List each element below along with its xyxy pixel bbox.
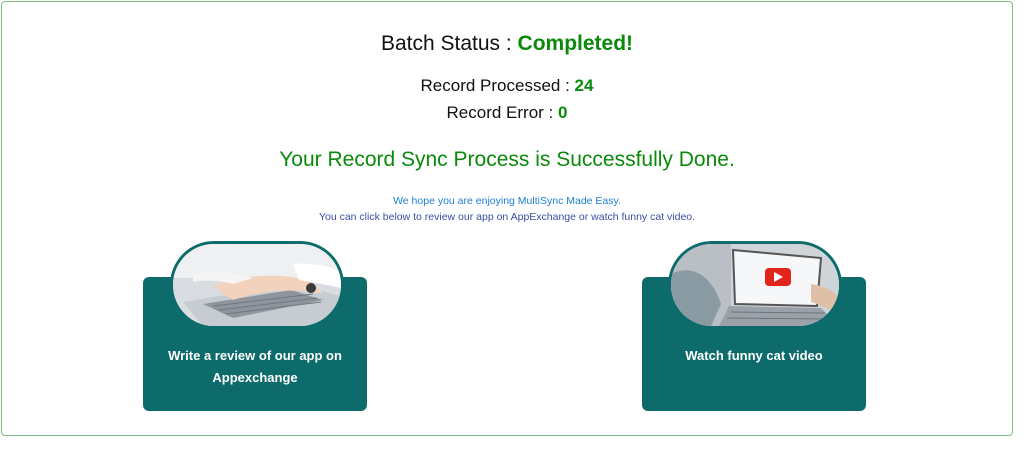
records-processed-value: 24 bbox=[574, 76, 594, 95]
laptop-video-play-icon[interactable] bbox=[668, 241, 842, 329]
records-processed-label: Record Processed : bbox=[420, 76, 575, 95]
records-processed-line: Record Processed : 24 bbox=[2, 76, 1012, 96]
watch-video-label: Watch funny cat video bbox=[685, 348, 823, 363]
review-app-label: Write a review of our app on Appexchange bbox=[168, 348, 342, 385]
batch-status-value: Completed! bbox=[517, 32, 634, 55]
batch-status-label: Batch Status : bbox=[380, 32, 518, 55]
records-error-line: Record Error : 0 bbox=[2, 103, 1012, 123]
review-hint-message: You can click below to review our app on… bbox=[318, 211, 696, 223]
laptop-typing-photo-icon[interactable] bbox=[170, 241, 344, 329]
records-error-value: 0 bbox=[558, 103, 568, 122]
enjoy-message: We hope you are enjoying MultiSync Made … bbox=[393, 195, 621, 207]
records-error-label: Record Error : bbox=[446, 103, 558, 122]
success-message: Your Record Sync Process is Successfully… bbox=[279, 148, 735, 171]
batch-status-line: Batch Status : Completed! bbox=[2, 32, 1012, 56]
